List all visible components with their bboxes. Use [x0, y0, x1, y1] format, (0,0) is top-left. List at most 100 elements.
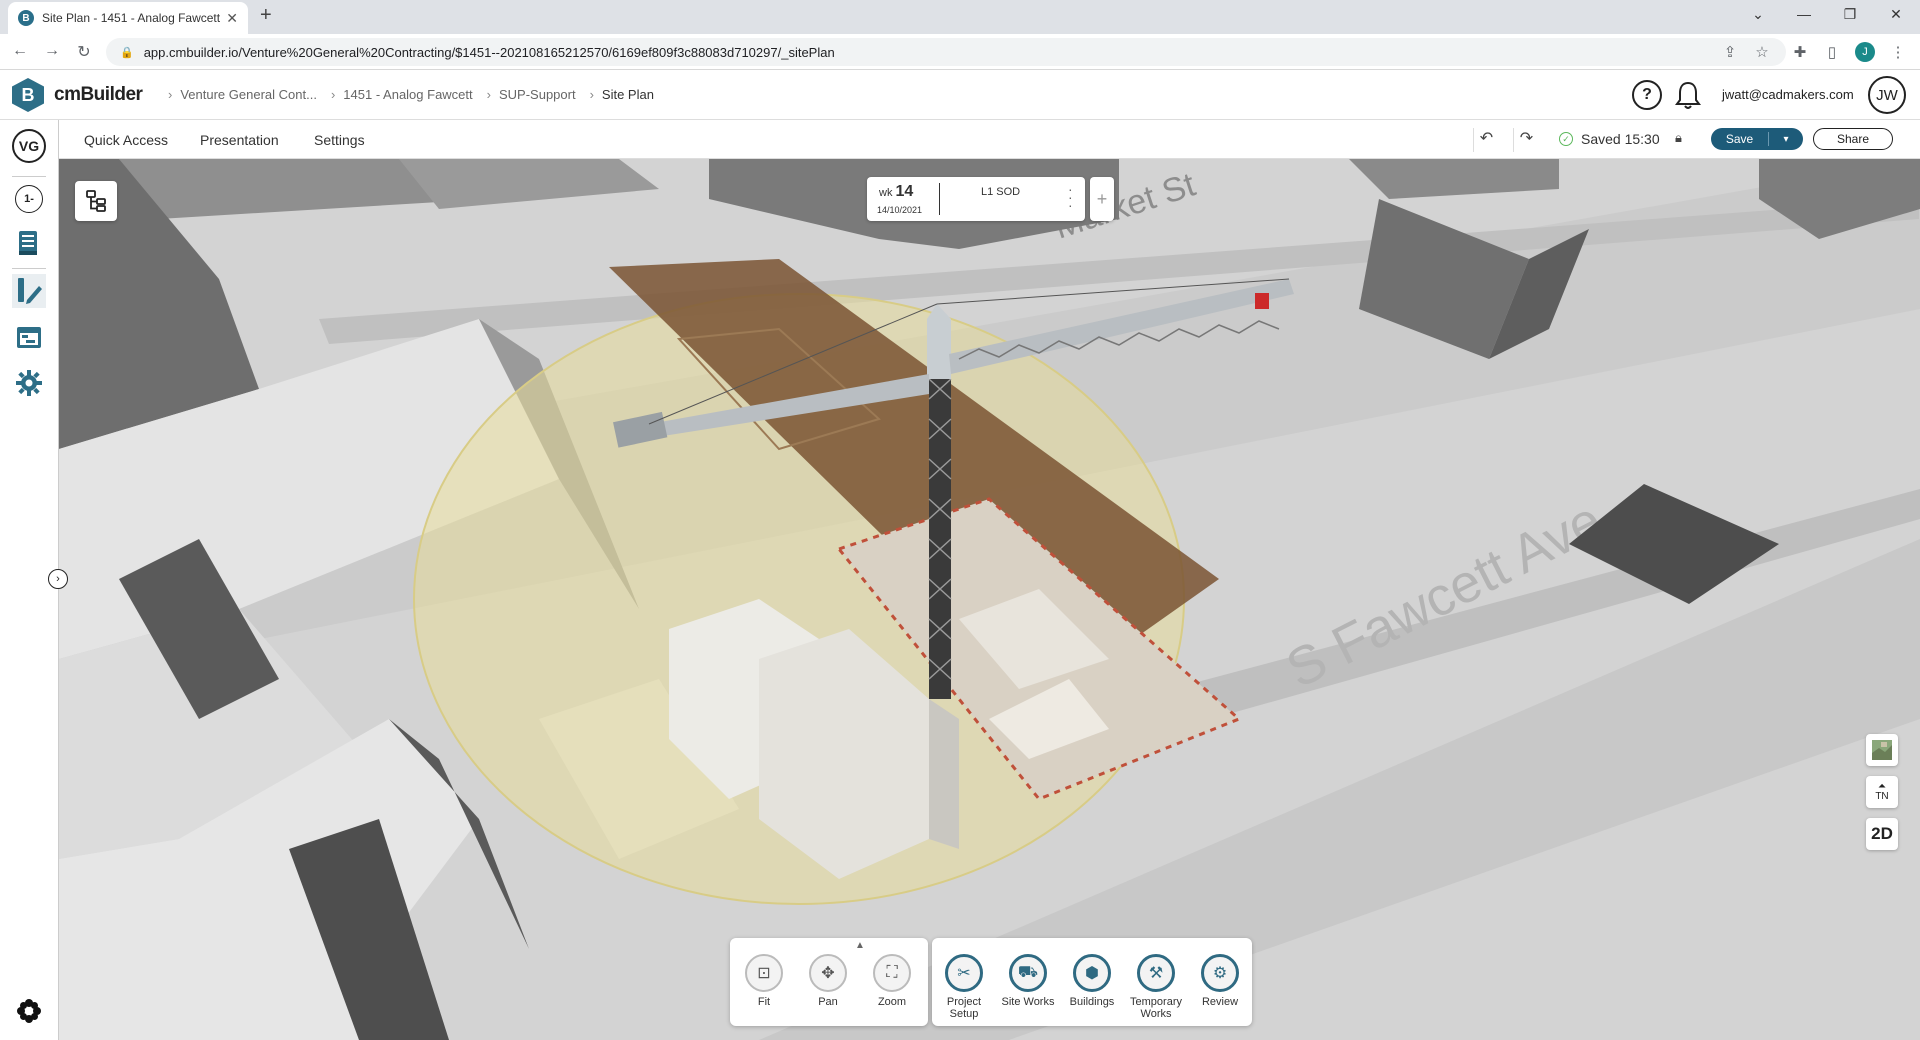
timeline-divider	[939, 183, 940, 215]
review-tool[interactable]: ⚙ Review	[1190, 954, 1250, 1008]
documents-icon[interactable]	[12, 226, 46, 260]
breadcrumb-project[interactable]: 1451 - Analog Fawcett	[343, 87, 472, 102]
tab-search-icon[interactable]: ⌄	[1748, 6, 1768, 23]
buildings-tool[interactable]: ⬢ Buildings	[1062, 954, 1122, 1008]
saved-status: ✓ Saved 15:30	[1559, 131, 1660, 147]
bookmark-star-icon[interactable]: ☆	[1752, 43, 1772, 61]
lock-icon: 🔒	[120, 46, 134, 59]
breadcrumb: › Venture General Cont... › 1451 - Analo…	[168, 87, 668, 102]
schedule-icon[interactable]	[12, 320, 46, 354]
version-selector[interactable]: 1-	[12, 182, 46, 216]
temporary-works-label-2: Works	[1140, 1008, 1172, 1020]
satellite-map-icon	[1872, 740, 1892, 760]
zoom-tool[interactable]: ⛶ Zoom	[862, 954, 922, 1008]
chevron-up-icon[interactable]: ▲	[855, 940, 865, 951]
chevron-right-icon: ›	[330, 87, 336, 102]
user-avatar[interactable]: JW	[1868, 76, 1906, 114]
week-label: wk	[879, 187, 893, 199]
buildings-label: Buildings	[1069, 996, 1115, 1008]
crane-hook	[1255, 293, 1269, 309]
true-north-button[interactable]: ⏶ TN	[1866, 776, 1898, 808]
add-phase-button[interactable]: +	[1090, 177, 1114, 221]
minimize-button[interactable]: —	[1794, 6, 1814, 22]
close-window-button[interactable]: ✕	[1886, 6, 1906, 23]
view-mode-2d-button[interactable]: 2D	[1866, 818, 1898, 850]
scene-tree-button[interactable]	[75, 181, 117, 221]
share-page-icon[interactable]: ⇪	[1720, 43, 1740, 61]
address-bar[interactable]: 🔒 app.cmbuilder.io/Venture%20General%20C…	[106, 38, 1786, 66]
save-button-group: Save ▾	[1711, 128, 1803, 150]
pan-tool[interactable]: ✥ Pan	[798, 954, 858, 1008]
close-tab-icon[interactable]: ✕	[226, 10, 238, 27]
fit-label: Fit	[757, 996, 771, 1008]
app-header: B cmBuilder › Venture General Cont... › …	[0, 70, 1920, 120]
crane-mast	[929, 359, 951, 699]
project-setup-label-2: Setup	[949, 1008, 979, 1020]
timeline-card[interactable]: wk 14 14/10/2021 L1 SOD · · ·	[867, 177, 1085, 221]
favicon-icon: B	[18, 10, 34, 26]
buildings-icon: ⬢	[1073, 954, 1111, 992]
settings-gear-icon[interactable]	[12, 366, 46, 400]
project-setup-tool[interactable]: ✂ Project Setup	[934, 954, 994, 1020]
breadcrumb-scenario[interactable]: SUP-Support	[499, 87, 576, 102]
site-works-label: Site Works	[1001, 996, 1055, 1008]
temporary-works-label-1: Temporary	[1130, 996, 1182, 1008]
restore-button[interactable]: ❐	[1840, 6, 1860, 23]
more-options-icon[interactable]: · · ·	[1068, 182, 1073, 212]
breadcrumb-company[interactable]: Venture General Cont...	[180, 87, 317, 102]
review-icon: ⚙	[1201, 954, 1239, 992]
site-plan-edit-icon[interactable]	[12, 274, 46, 308]
chevron-right-icon: ›	[589, 87, 594, 102]
site-works-tool[interactable]: ⛟ Site Works	[998, 954, 1058, 1008]
org-avatar[interactable]: VG	[12, 129, 46, 163]
extensions-icon[interactable]: ✚	[1790, 43, 1810, 61]
tab-title: Site Plan - 1451 - Analog Fawcett	[42, 11, 221, 25]
tab-presentation[interactable]: Presentation	[200, 132, 279, 148]
rail-divider	[12, 268, 46, 269]
basemap-toggle[interactable]	[1866, 734, 1898, 766]
side-panel-icon[interactable]: ▯	[1822, 43, 1842, 61]
browser-tab[interactable]: B Site Plan - 1451 - Analog Fawcett ✕	[8, 2, 248, 34]
share-button[interactable]: Share	[1813, 128, 1893, 150]
phase-name: L1 SOD	[981, 186, 1021, 198]
save-button[interactable]: Save	[1711, 132, 1769, 146]
expand-panel-button[interactable]: ›	[48, 569, 68, 589]
logo-text[interactable]: cmBuilder	[54, 84, 143, 106]
forward-button[interactable]: →	[42, 42, 62, 60]
pan-label: Pan	[818, 996, 838, 1008]
fit-tool[interactable]: ⊡ Fit	[734, 954, 794, 1008]
temporary-works-tool[interactable]: ⚒ Temporary Works	[1126, 954, 1186, 1020]
site-works-icon: ⛟	[1009, 954, 1047, 992]
category-tools-panel: ✂ Project Setup ⛟ Site Works ⬢ Buildings…	[932, 938, 1252, 1026]
apps-flower-icon[interactable]	[12, 994, 46, 1028]
breadcrumb-current: Site Plan	[601, 87, 654, 102]
browser-toolbar: ← → ↻ 🔒 app.cmbuilder.io/Venture%20Gener…	[0, 34, 1920, 70]
back-button[interactable]: ←	[10, 42, 30, 60]
notification-bell-icon[interactable]	[1673, 79, 1703, 111]
site-plan-3d-viewport[interactable]: S Fawcett Ave Market St wk 14 14/10/2021…	[59, 159, 1920, 1040]
rail-divider	[12, 176, 46, 177]
browser-profile-avatar[interactable]: J	[1855, 42, 1875, 62]
zoom-icon: ⛶	[873, 954, 911, 992]
new-tab-button[interactable]: +	[260, 4, 272, 27]
tab-settings[interactable]: Settings	[314, 132, 365, 148]
browser-menu-icon[interactable]: ⋮	[1888, 43, 1908, 61]
lock-toggle-icon[interactable]: 🔒︎	[1675, 130, 1682, 146]
tree-hierarchy-icon	[86, 190, 106, 212]
tab-quick-access[interactable]: Quick Access	[84, 132, 168, 148]
week-indicator: wk 14	[879, 183, 913, 201]
user-email[interactable]: jwatt@cadmakers.com	[1722, 87, 1854, 102]
cmbuilder-logo-icon[interactable]: B	[12, 78, 44, 112]
chevron-right-icon: ›	[168, 87, 173, 102]
reload-button[interactable]: ↻	[74, 42, 94, 62]
help-button[interactable]: ?	[1632, 80, 1662, 110]
undo-icon[interactable]: ↶	[1473, 128, 1499, 152]
site-scene: S Fawcett Ave Market St	[59, 159, 1920, 1040]
redo-icon[interactable]: ↷	[1513, 128, 1539, 152]
project-setup-label-1: Project	[946, 996, 982, 1008]
review-label: Review	[1201, 996, 1239, 1008]
building	[929, 699, 959, 849]
save-options-dropdown-icon[interactable]: ▾	[1769, 134, 1803, 145]
saved-check-icon: ✓	[1559, 132, 1573, 146]
week-number: 14	[895, 183, 914, 200]
